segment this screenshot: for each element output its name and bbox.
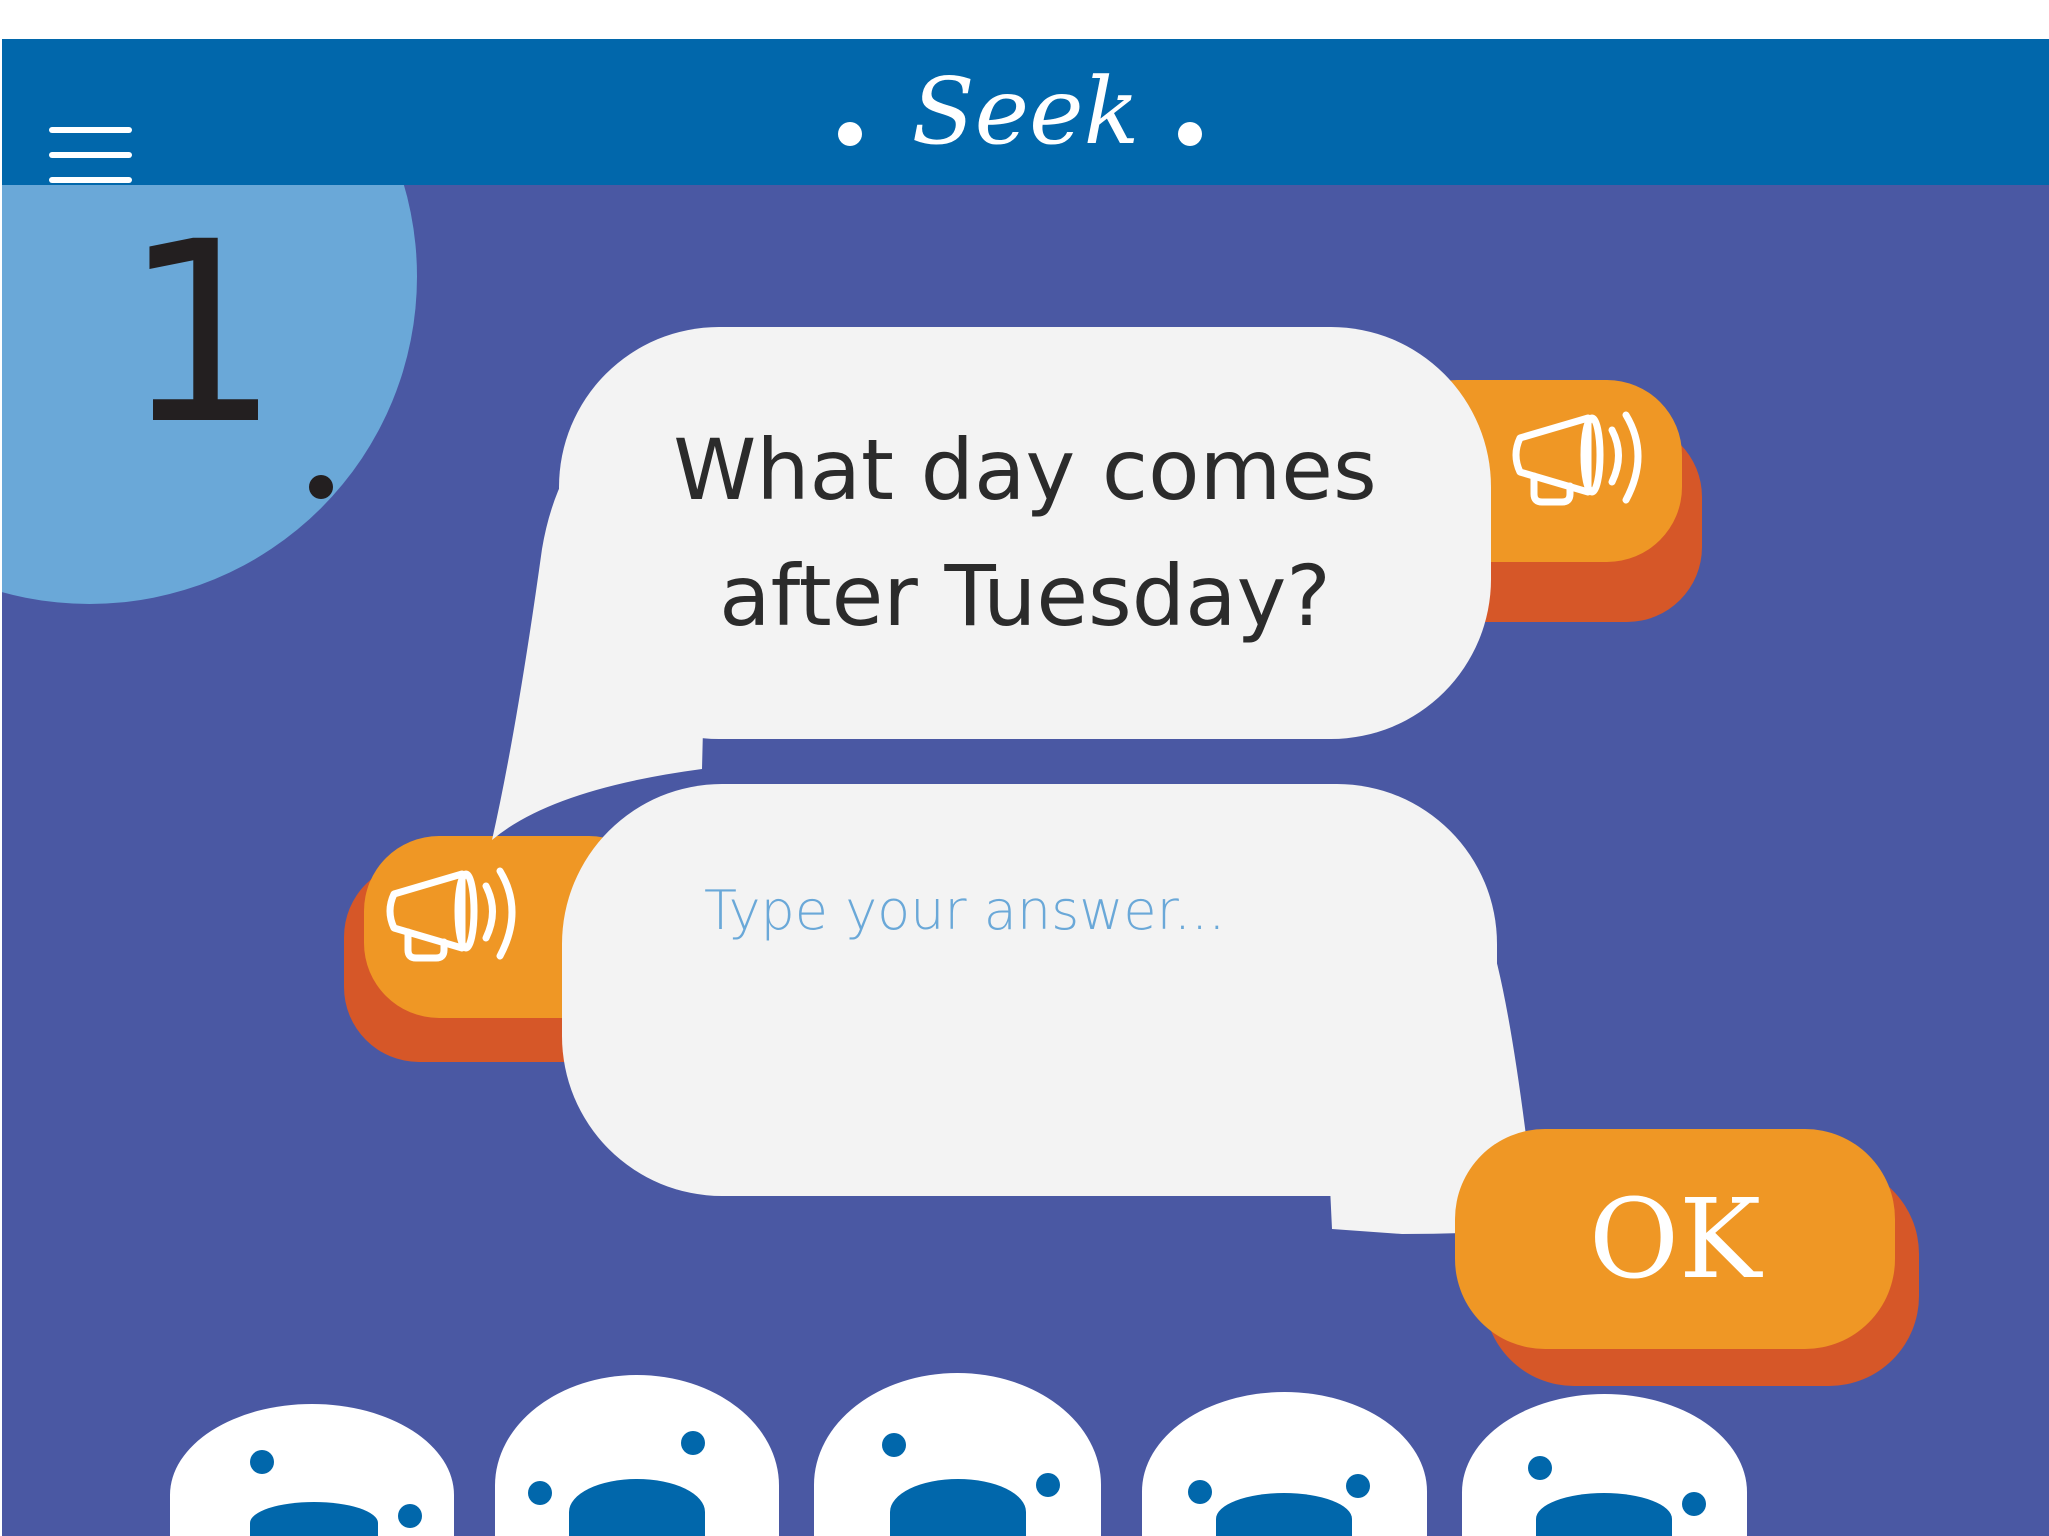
egg-mouth bbox=[250, 1502, 378, 1536]
question-bubble: What day comes after Tuesday? bbox=[559, 327, 1491, 739]
megaphone-icon bbox=[384, 866, 534, 990]
egg-character-1 bbox=[170, 1404, 454, 1536]
question-number: 1 bbox=[122, 188, 282, 479]
egg-eye bbox=[882, 1433, 906, 1457]
egg-eye bbox=[1682, 1492, 1706, 1516]
egg-character-3 bbox=[814, 1373, 1101, 1536]
logo-dot-right bbox=[1178, 122, 1202, 146]
egg-character-5 bbox=[1462, 1394, 1747, 1536]
egg-mouth bbox=[1536, 1493, 1672, 1536]
egg-mouth bbox=[890, 1479, 1026, 1536]
top-bar: Seek bbox=[2, 39, 2049, 185]
app-screen: Seek 1 What day comes after Tuesday? Typ… bbox=[2, 39, 2049, 1536]
egg-eye bbox=[1188, 1480, 1212, 1504]
egg-eye bbox=[681, 1431, 705, 1455]
egg-eye bbox=[1528, 1456, 1552, 1480]
egg-mouth bbox=[1216, 1493, 1352, 1536]
megaphone-icon bbox=[1510, 410, 1660, 534]
egg-character-2 bbox=[495, 1375, 779, 1536]
ok-button-label: OK bbox=[1588, 1175, 1762, 1303]
egg-mouth bbox=[569, 1479, 705, 1536]
app-logo: Seek bbox=[2, 39, 2049, 185]
egg-eye bbox=[528, 1481, 552, 1505]
egg-character-4 bbox=[1142, 1392, 1427, 1536]
egg-eye bbox=[1036, 1473, 1060, 1497]
egg-eye bbox=[250, 1450, 274, 1474]
logo-dot-left bbox=[838, 122, 862, 146]
egg-eye bbox=[1346, 1474, 1370, 1498]
egg-eye bbox=[398, 1504, 422, 1528]
app-name: Seek bbox=[911, 58, 1140, 165]
question-number-period bbox=[309, 475, 333, 499]
answer-bubble bbox=[562, 784, 1497, 1196]
answer-input[interactable] bbox=[702, 864, 1366, 956]
ok-button[interactable]: OK bbox=[1455, 1129, 1895, 1349]
question-text: What day comes after Tuesday? bbox=[673, 421, 1377, 645]
